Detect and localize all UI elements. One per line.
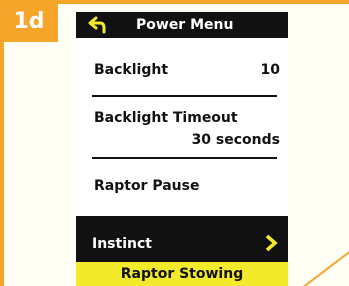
menu-item-instinct[interactable]: Instinct [76, 216, 288, 262]
divider [92, 95, 277, 97]
menu-item-raptor-pause[interactable]: Raptor Pause [94, 178, 199, 194]
step-badge: 1d [0, 0, 58, 42]
page-title: Power Menu [136, 17, 234, 33]
backlight-value: 10 [260, 62, 280, 78]
menu-item-instinct-label: Instinct [92, 236, 152, 252]
pointer-line [302, 251, 349, 286]
back-arrow-icon[interactable] [88, 16, 108, 34]
menu-item-backlight-timeout[interactable]: Backlight Timeout [94, 110, 238, 126]
instruction-panel: 1d Power Menu Backlight 10 Backlight Tim… [0, 0, 349, 286]
menu-item-backlight[interactable]: Backlight [94, 62, 168, 78]
divider [92, 157, 277, 159]
title-bar: Power Menu [76, 12, 288, 38]
menu-item-raptor-stowing[interactable]: Raptor Stowing [76, 262, 288, 286]
backlight-timeout-value: 30 seconds [191, 132, 280, 148]
chevron-right-icon [265, 234, 278, 252]
device-screen: Power Menu Backlight 10 Backlight Timeou… [76, 12, 288, 286]
panel-border-left [0, 0, 4, 286]
